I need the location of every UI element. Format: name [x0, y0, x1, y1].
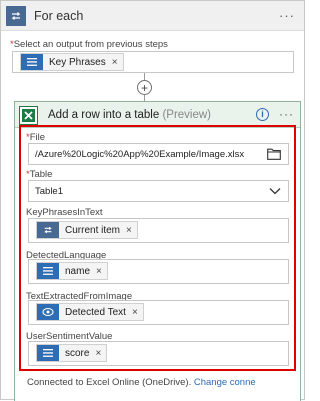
select-output-field[interactable]: Key Phrases × — [12, 51, 294, 73]
foreach-title: For each — [34, 9, 84, 23]
preview-label: (Preview) — [162, 109, 212, 121]
key-phrases-token[interactable]: Key Phrases × — [20, 53, 124, 71]
list-icon — [21, 54, 43, 70]
action-title: Add a row into a table (Preview) — [48, 109, 211, 121]
foreach-more-options-icon[interactable]: ··· — [279, 8, 295, 23]
add-step-button[interactable]: + — [137, 80, 152, 95]
highlight-box — [19, 125, 296, 371]
workflow-canvas: For each ··· *Select an output from prev… — [0, 0, 305, 401]
connection-text: Connected to Excel Online (OneDrive). — [27, 377, 192, 388]
token-label: Key Phrases — [49, 56, 106, 68]
select-output-label-text: Select an output from previous steps — [13, 39, 168, 50]
connection-status: Connected to Excel Online (OneDrive). Ch… — [27, 377, 256, 388]
select-output-label: *Select an output from previous steps — [10, 39, 168, 50]
change-connection-link[interactable]: Change conne — [194, 377, 256, 388]
action-more-options-icon[interactable]: ··· — [279, 107, 294, 121]
info-icon[interactable]: i — [256, 108, 269, 121]
foreach-loop-icon — [6, 6, 26, 26]
remove-token-icon[interactable]: × — [106, 57, 123, 68]
foreach-header[interactable]: For each ··· — [1, 1, 304, 31]
excel-icon — [19, 106, 38, 125]
action-title-text: Add a row into a table — [48, 109, 160, 121]
